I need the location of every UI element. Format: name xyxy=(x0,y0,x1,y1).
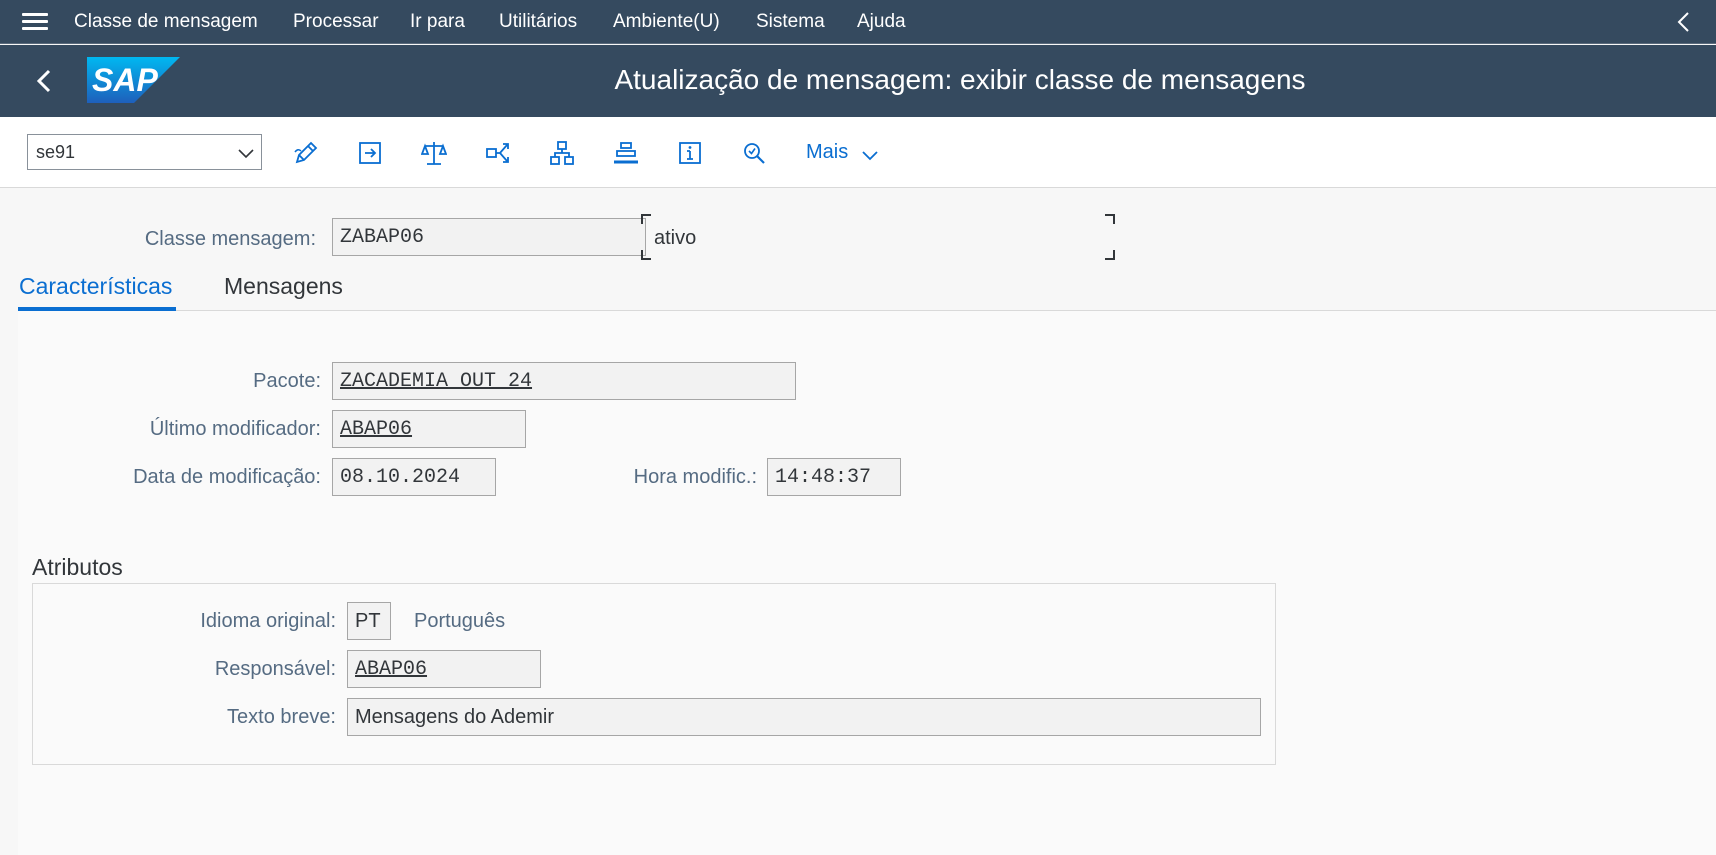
message-class-field[interactable]: ZABAP06 xyxy=(332,218,646,256)
tab-mensagens[interactable]: Mensagens xyxy=(224,273,343,300)
info-icon[interactable] xyxy=(672,135,708,171)
where-used-icon[interactable] xyxy=(608,135,644,171)
connect-icon[interactable] xyxy=(480,135,516,171)
changed-on-field[interactable]: 08.10.2024 xyxy=(332,458,496,496)
sap-logo: SAP xyxy=(87,57,180,103)
changed-at-field[interactable]: 14:48:37 xyxy=(767,458,901,496)
chevron-down-icon[interactable] xyxy=(235,143,257,163)
original-language-name: Português xyxy=(414,610,506,632)
page-title: Atualização de mensagem: exibir classe d… xyxy=(614,64,1306,95)
responsible-value[interactable]: ABAP06 xyxy=(355,658,427,681)
application-toolbar: Mais xyxy=(0,117,1716,188)
balance-scale-icon[interactable] xyxy=(416,135,452,171)
more-button[interactable]: Mais xyxy=(806,141,878,171)
message-class-value: ZABAP06 xyxy=(340,226,425,249)
shell-header: SAP Atualização de mensagem: exibir clas… xyxy=(0,45,1716,117)
menu-sistema[interactable]: Sistema xyxy=(756,11,825,33)
changed-on-label: Data de modificação: xyxy=(133,466,321,488)
more-button-label: Mais xyxy=(806,141,849,163)
search-icon[interactable] xyxy=(736,135,772,171)
menu-ir-para[interactable]: Ir para xyxy=(410,11,465,33)
command-field[interactable] xyxy=(27,134,262,170)
message-class-label: Classe mensagem: xyxy=(144,228,316,250)
command-input[interactable] xyxy=(28,135,228,169)
status-text: ativo xyxy=(654,227,697,249)
responsible-label: Responsável: xyxy=(214,658,336,680)
tab-divider xyxy=(18,310,1716,311)
focus-bracket-top-right xyxy=(1105,214,1115,224)
hamburger-menu-icon[interactable] xyxy=(22,13,48,31)
short-text-field[interactable]: Mensagens do Ademir xyxy=(347,698,1261,736)
focus-bracket-bottom-right xyxy=(1105,250,1115,260)
last-changed-by-field[interactable]: ABAP06 xyxy=(332,410,526,448)
last-changed-by-label: Último modificador: xyxy=(149,418,321,440)
menu-processar[interactable]: Processar xyxy=(293,11,379,33)
display-other-icon[interactable] xyxy=(352,135,388,171)
short-text-value: Mensagens do Ademir xyxy=(355,706,555,728)
tab-caracteristicas[interactable]: Características xyxy=(19,273,172,300)
changed-at-label: Hora modific.: xyxy=(633,466,757,488)
changed-at-value: 14:48:37 xyxy=(775,466,872,489)
main-content: Classe mensagem: ZABAP06 ativo Caracterí… xyxy=(0,189,1716,855)
original-language-code: PT xyxy=(355,610,381,632)
collapse-menu-icon[interactable] xyxy=(1674,10,1694,34)
hierarchy-icon[interactable] xyxy=(544,135,580,171)
menu-classe-de-mensagem[interactable]: Classe de mensagem xyxy=(74,11,258,33)
responsible-field[interactable]: ABAP06 xyxy=(347,650,541,688)
back-icon[interactable] xyxy=(30,63,60,99)
menu-ajuda[interactable]: Ajuda xyxy=(857,11,906,33)
package-label: Pacote: xyxy=(253,370,321,392)
original-language-label: Idioma original: xyxy=(200,610,336,632)
short-text-label: Texto breve: xyxy=(227,706,336,728)
attributes-group-title: Atributos xyxy=(32,554,123,580)
menu-bar: Classe de mensagem Processar Ir para Uti… xyxy=(0,0,1716,44)
edit-pencil-icon[interactable] xyxy=(288,135,324,171)
focus-bracket-top-left xyxy=(641,214,651,224)
changed-on-value: 08.10.2024 xyxy=(340,466,461,489)
package-value[interactable]: ZACADEMIA_OUT_24 xyxy=(340,370,532,393)
sap-logo-text: SAP xyxy=(92,62,158,98)
chevron-down-icon xyxy=(862,151,878,161)
last-changed-by-value[interactable]: ABAP06 xyxy=(340,418,412,441)
menu-utilitarios[interactable]: Utilitários xyxy=(499,11,577,33)
package-field[interactable]: ZACADEMIA_OUT_24 xyxy=(332,362,796,400)
focus-bracket-bottom-left xyxy=(641,250,651,260)
active-tab-indicator xyxy=(18,307,176,311)
original-language-field[interactable]: PT xyxy=(347,602,391,640)
menu-ambiente[interactable]: Ambiente(U) xyxy=(613,11,720,33)
